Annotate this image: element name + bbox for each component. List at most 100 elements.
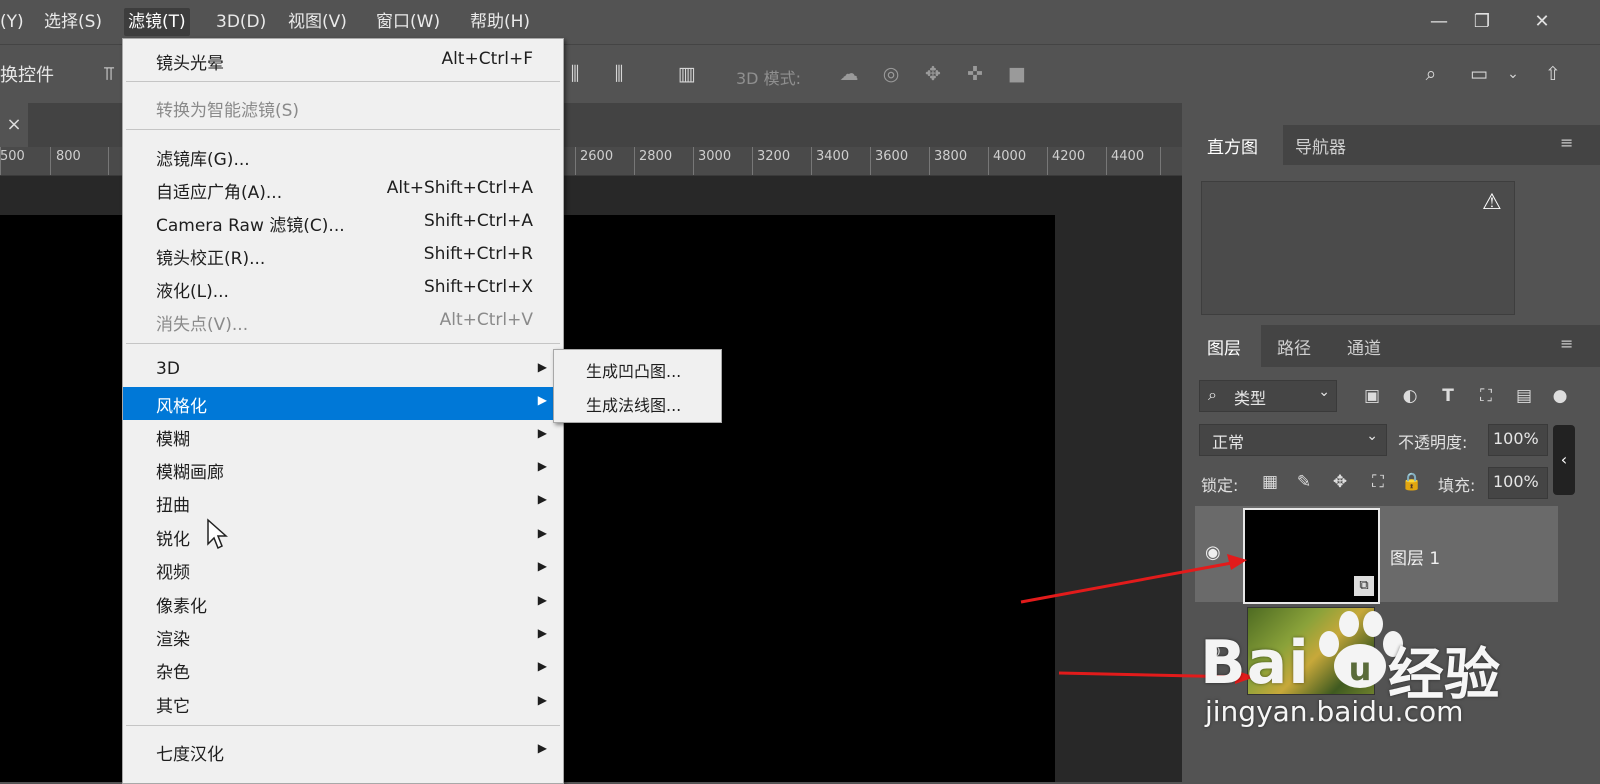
tab-layers[interactable]: 图层 [1207,334,1241,359]
tab-navigator[interactable]: 导航器 [1295,133,1346,158]
layers-panel-menu-icon[interactable]: ≡ [1560,334,1573,353]
lock-artboard-icon[interactable]: ⛶ [1366,470,1390,494]
search-icon[interactable]: ⌕ [1418,61,1444,87]
3d-slide-icon[interactable]: ✜ [962,61,988,87]
panel-menu-icon[interactable]: ≡ [1560,133,1573,152]
adjustment-layer-filter-icon[interactable]: ◐ [1398,384,1422,408]
chevron-down-icon: ⌄ [1318,384,1330,400]
menu-item-3d[interactable]: 3D ▶ [123,354,563,387]
menu-window[interactable]: 窗口(W) [372,8,444,36]
watermark-logo-text: Bai [1200,628,1310,698]
transform-controls-label[interactable]: 换控件 [0,61,54,87]
ruler-tick: 3200 [757,149,791,164]
menu-select[interactable]: 选择(S) [40,8,106,36]
menu-item-adaptive-wide-angle[interactable]: 自适应广角(A)... Alt+Shift+Ctrl+A [123,173,563,206]
submenu-item-bump-map[interactable]: 生成凹凸图... [586,358,681,382]
menu-item-lens-flare[interactable]: 镜头光晕 Alt+Ctrl+F [123,44,563,77]
3d-roll-icon[interactable]: ◎ [878,61,904,87]
image-layer-filter-icon[interactable]: ▣ [1360,384,1384,408]
menu-separator [126,81,560,82]
distribute-horizontal-icon[interactable]: ⫼ [606,61,632,87]
tab-histogram[interactable]: 直方图 [1207,133,1258,158]
warning-icon[interactable]: ⚠ [1482,190,1502,215]
ruler-tick: 500 [0,149,25,164]
3d-pan-icon[interactable]: ✥ [920,61,946,87]
filter-toggle-icon[interactable]: ● [1548,384,1572,408]
menu-item-pixelate[interactable]: 像素化 ▶ [123,587,563,620]
menu-item-label: 杂色 [156,663,190,683]
3d-orbit-icon[interactable]: ☁ [836,61,862,87]
smart-object-filter-icon[interactable]: ▤ [1512,384,1536,408]
submenu-arrow-icon: ▶ [537,360,547,374]
panel-collapse-icon[interactable]: ‹ [1553,425,1575,495]
menu-item-label: 镜头光晕 [156,54,224,74]
share-icon[interactable]: ⇧ [1540,61,1566,87]
menu-item-label: 视频 [156,563,190,583]
chevron-down-icon[interactable]: ⌄ [1500,61,1526,87]
workspace-icon[interactable]: ▭ [1466,61,1492,87]
menu-item-label: 模糊画廊 [156,463,224,483]
menu-filter[interactable]: 滤镜(T) [124,8,190,36]
close-window-icon[interactable]: ✕ [1528,8,1556,36]
tab-channels[interactable]: 通道 [1347,334,1381,359]
ruler-tick: 3400 [816,149,850,164]
menu-3d[interactable]: 3D(D) [212,8,270,36]
shape-layer-filter-icon[interactable]: ⛶ [1474,384,1498,408]
opacity-label: 不透明度: [1398,433,1468,452]
menu-item-shortcut: Alt+Ctrl+V [439,310,533,330]
lock-move-icon[interactable]: ✥ [1328,470,1352,494]
close-tab-icon[interactable]: × [0,103,28,147]
type-layer-filter-icon[interactable]: T [1436,384,1460,408]
fill-value: 100% [1493,472,1539,491]
submenu-arrow-icon: ▶ [537,593,547,607]
menu-item-label: 自适应广角(A)... [156,183,283,203]
menu-item-label: Camera Raw 滤镜(C)... [156,216,345,236]
tab-paths[interactable]: 路径 [1277,334,1311,359]
submenu-arrow-icon: ▶ [537,393,547,407]
watermark-url: jingyan.baidu.com [1205,695,1464,728]
menu-view[interactable]: 视图(V) [284,8,351,36]
search-icon: ⌕ [1208,385,1217,404]
fill-input[interactable]: 100% [1488,467,1548,499]
menu-item-video[interactable]: 视频 ▶ [123,553,563,586]
stylize-submenu: 生成凹凸图... 生成法线图... [553,349,722,423]
menu-type[interactable]: (Y) [0,8,28,36]
submenu-arrow-icon: ▶ [537,741,547,755]
submenu-arrow-icon: ▶ [537,426,547,440]
restore-icon[interactable]: ❐ [1468,8,1496,36]
menu-item-stylize[interactable]: 风格化 ▶ [123,387,563,420]
minimize-icon[interactable]: — [1425,8,1453,36]
3d-camera-icon[interactable]: ■ [1004,61,1030,87]
submenu-arrow-icon: ▶ [537,659,547,673]
menu-item-label: 模糊 [156,430,190,450]
menu-item-render[interactable]: 渲染 ▶ [123,620,563,653]
menu-item-sharpen[interactable]: 锐化 ▶ [123,520,563,553]
menu-item-noise[interactable]: 杂色 ▶ [123,653,563,686]
lock-brush-icon[interactable]: ✎ [1292,470,1316,494]
menu-item-blur[interactable]: 模糊 ▶ [123,420,563,453]
distribute-spacing-icon[interactable]: ▥ [674,61,700,87]
menu-help[interactable]: 帮助(H) [466,8,534,36]
menu-item-blur-gallery[interactable]: 模糊画廊 ▶ [123,453,563,486]
menu-item-filter-gallery[interactable]: 滤镜库(G)... [123,140,563,173]
menu-item-distort[interactable]: 扭曲 ▶ [123,486,563,519]
distribute-icon[interactable]: ⫼ [562,61,588,87]
blend-mode-select[interactable]: 正常 ⌄ [1199,424,1387,456]
menu-item-qidu-localization[interactable]: 七度汉化 ▶ [123,735,563,768]
ruler-tick: 2600 [580,149,614,164]
layer-filter-select[interactable]: ⌕ 类型 ⌄ [1199,380,1337,412]
menu-item-other[interactable]: 其它 ▶ [123,687,563,720]
align-top-icon[interactable]: ⫪ [96,61,122,87]
histogram-display [1201,181,1515,315]
menu-item-camera-raw[interactable]: Camera Raw 滤镜(C)... Shift+Ctrl+A [123,206,563,239]
lock-transparent-icon[interactable]: ▦ [1258,470,1282,494]
menu-item-lens-correction[interactable]: 镜头校正(R)... Shift+Ctrl+R [123,239,563,272]
menu-item-liquify[interactable]: 液化(L)... Shift+Ctrl+X [123,272,563,305]
opacity-input[interactable]: 100% [1488,424,1548,456]
menu-item-convert-smart-filter[interactable]: 转换为智能滤镜(S) [123,91,563,124]
layer-1-name[interactable]: 图层 1 [1390,544,1440,569]
menu-item-vanishing-point[interactable]: 消失点(V)... Alt+Ctrl+V [123,305,563,338]
submenu-item-normal-map[interactable]: 生成法线图... [586,392,681,416]
lock-all-icon[interactable]: 🔒 [1400,470,1424,494]
menu-item-shortcut: Alt+Ctrl+F [441,49,533,69]
